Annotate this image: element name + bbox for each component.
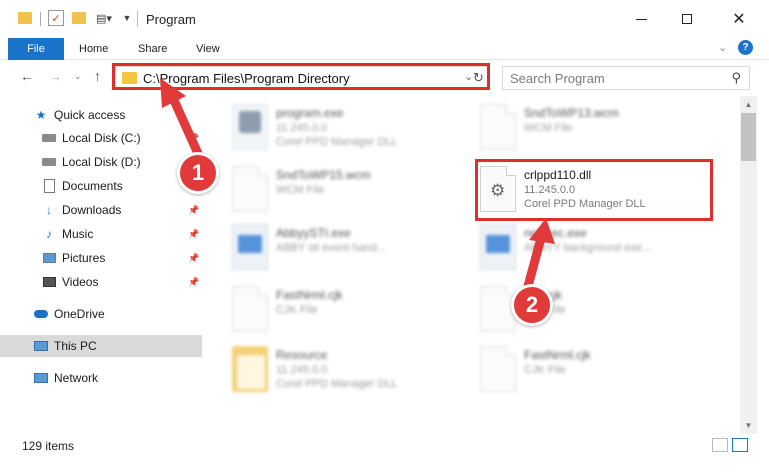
annotation-arrows <box>160 78 555 295</box>
callout-1: 1 <box>177 152 219 194</box>
callout-2: 2 <box>511 284 553 326</box>
arrow-1 <box>160 78 205 163</box>
arrow-2 <box>522 218 555 295</box>
